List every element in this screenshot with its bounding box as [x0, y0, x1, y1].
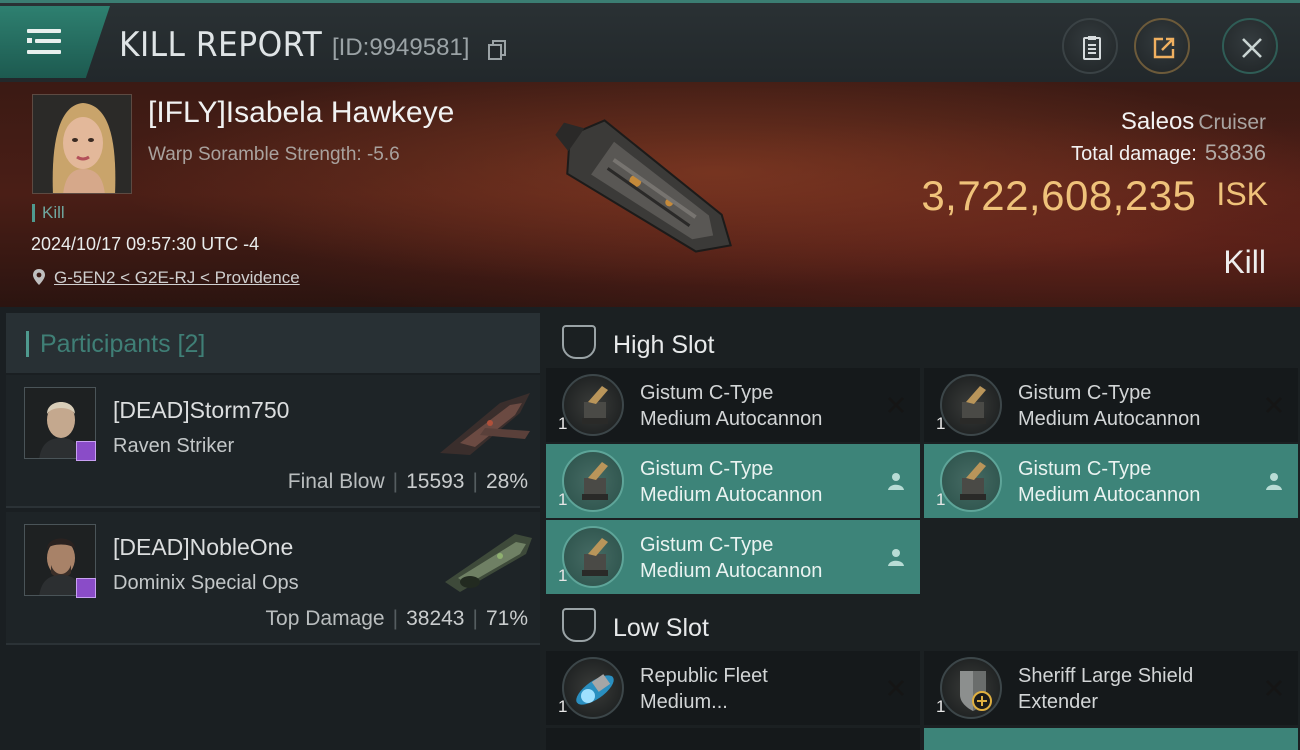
- module-item[interactable]: 1 Gistum C-Type Medium Autocannon: [546, 444, 920, 518]
- participant-row[interactable]: [DEAD]NobleOne Dominix Special Ops Top D…: [6, 512, 540, 645]
- victim-name[interactable]: [IFLY]Isabela Hawkeye: [148, 96, 454, 130]
- avatar: [33, 95, 131, 193]
- top-bar: KILL REPORT [ID:9949581]: [0, 0, 1300, 82]
- participant-ship-image: [445, 534, 532, 592]
- page-title: KILL REPORT: [119, 25, 323, 65]
- module-name: Gistum C-Type Medium Autocannon: [640, 534, 823, 582]
- module-quantity: 1: [558, 414, 568, 433]
- participants-title: Participants [2]: [40, 330, 206, 358]
- autocannon-icon: [562, 374, 624, 436]
- kill-location[interactable]: G-5EN2 < G2E-RJ < Providence: [32, 268, 300, 288]
- participant-role: Top Damage: [265, 607, 385, 630]
- person-icon: [888, 473, 904, 490]
- participant-damage: 15593: [406, 470, 465, 493]
- person-icon: [1266, 473, 1282, 490]
- module-quantity: 1: [936, 697, 946, 716]
- kill-datetime: 2024/10/17 09:57:30 UTC -4: [31, 234, 260, 254]
- module-item[interactable]: 1 Republic Fleet Medium...: [546, 651, 920, 725]
- high-slot-icon: [562, 325, 596, 359]
- ship-class: Cruiser: [1198, 111, 1266, 134]
- participant-ship: Dominix Special Ops: [113, 572, 299, 594]
- participant-percent: 28%: [485, 470, 528, 493]
- location-link[interactable]: G-5EN2 < G2E-RJ < Providence: [54, 268, 300, 287]
- module-quantity: 1: [558, 697, 568, 716]
- autocannon-icon: [562, 526, 624, 588]
- location-pin-icon: [33, 269, 45, 285]
- menu-button[interactable]: [0, 6, 110, 78]
- participant-name[interactable]: [DEAD]Storm750: [113, 397, 289, 424]
- isk-amount: 3,722,608,235: [921, 172, 1197, 219]
- total-damage-label: Total damage:: [1071, 143, 1197, 165]
- destroyed-icon: [1266, 680, 1282, 696]
- module-quantity: 1: [936, 490, 946, 509]
- participant-name[interactable]: [DEAD]NobleOne: [113, 534, 293, 561]
- isk-unit: ISK: [1216, 176, 1268, 212]
- victim-portrait[interactable]: [32, 94, 132, 194]
- share-button[interactable]: [1134, 18, 1190, 74]
- module-name: Gistum C-Type Medium Autocannon: [1018, 458, 1201, 506]
- fitting-panel: High Slot 1 Gistum C-Type Medium Autocann…: [540, 307, 1300, 750]
- participant-percent: 71%: [485, 607, 528, 630]
- low-slot-icon: [562, 608, 596, 642]
- participant-role: Final Blow: [287, 470, 385, 493]
- module-quantity: 1: [558, 490, 568, 509]
- module-name: Sheriff Large Shield Extender: [1018, 665, 1194, 713]
- participant-row[interactable]: [DEAD]Storm750 Raven Striker Final Blow |…: [6, 375, 540, 508]
- total-damage: Total damage: 53836: [1071, 140, 1266, 166]
- clipboard-icon: [1083, 36, 1101, 60]
- victim-ship-line: Saleos Cruiser: [1121, 108, 1266, 136]
- participants-panel: Participants [2] [DEAD]Storm750 Raven St…: [0, 307, 540, 750]
- module-item[interactable]: 1 Gistum C-Type Medium Autocannon: [546, 368, 920, 442]
- module-name: Gistum C-Type Medium Autocannon: [1018, 382, 1201, 430]
- module-item[interactable]: [924, 728, 1298, 750]
- victim-ship-image[interactable]: [530, 90, 770, 300]
- module-name: Gistum C-Type Medium Autocannon: [640, 382, 823, 430]
- copy-icon[interactable]: [488, 40, 506, 60]
- low-slot-header: Low Slot: [546, 596, 1300, 654]
- corp-badge-icon: [76, 578, 96, 598]
- participant-damage: 38243: [406, 607, 465, 630]
- module-item[interactable]: 1 Gistum C-Type Medium Autocannon: [546, 520, 920, 594]
- person-icon: [888, 549, 904, 566]
- close-button[interactable]: [1222, 18, 1278, 74]
- isk-value: 3,722,608,235 ISK: [921, 172, 1268, 220]
- victim-banner: [IFLY]Isabela Hawkeye Warp Soramble Stre…: [0, 82, 1300, 307]
- report-id: [ID:9949581]: [332, 34, 470, 61]
- share-icon: [1153, 37, 1175, 59]
- destroyed-icon: [888, 397, 904, 413]
- participant-ship: Raven Striker: [113, 435, 235, 457]
- participant-stats: Top Damage | 38243 | 71%: [265, 607, 528, 630]
- result-label: Kill: [1223, 244, 1266, 280]
- corp-badge-icon: [76, 441, 96, 461]
- close-icon: [1242, 38, 1262, 58]
- module-item[interactable]: 1 Sheriff Large Shield Extender: [924, 651, 1298, 725]
- autocannon-icon: [940, 374, 1002, 436]
- destroyed-icon: [888, 680, 904, 696]
- shield-extender-icon: [940, 657, 1002, 719]
- ship-name[interactable]: Saleos: [1121, 108, 1194, 135]
- autocannon-icon: [562, 450, 624, 512]
- shield-booster-icon: [562, 657, 624, 719]
- high-slot-header: High Slot: [546, 313, 1300, 371]
- kill-tag: Kill: [32, 204, 65, 222]
- module-item[interactable]: 1 Gistum C-Type Medium Autocannon: [924, 444, 1298, 518]
- high-slot-title: High Slot: [613, 331, 715, 359]
- participant-ship-image: [440, 393, 530, 455]
- module-item[interactable]: 1 Gistum C-Type Medium Autocannon: [924, 368, 1298, 442]
- autocannon-icon: [940, 450, 1002, 512]
- participant-stats: Final Blow | 15593 | 28%: [287, 470, 528, 493]
- module-item[interactable]: [546, 728, 920, 750]
- warp-scramble-strength: Warp Soramble Strength: -5.6: [148, 144, 400, 165]
- module-name: Republic Fleet Medium...: [640, 665, 768, 713]
- module-quantity: 1: [558, 566, 568, 585]
- low-slot-title: Low Slot: [613, 614, 709, 642]
- clipboard-button[interactable]: [1062, 18, 1118, 74]
- module-quantity: 1: [936, 414, 946, 433]
- destroyed-icon: [1266, 397, 1282, 413]
- total-damage-value: 53836: [1204, 140, 1266, 165]
- module-name: Gistum C-Type Medium Autocannon: [640, 458, 823, 506]
- participants-header: Participants [2]: [6, 313, 540, 373]
